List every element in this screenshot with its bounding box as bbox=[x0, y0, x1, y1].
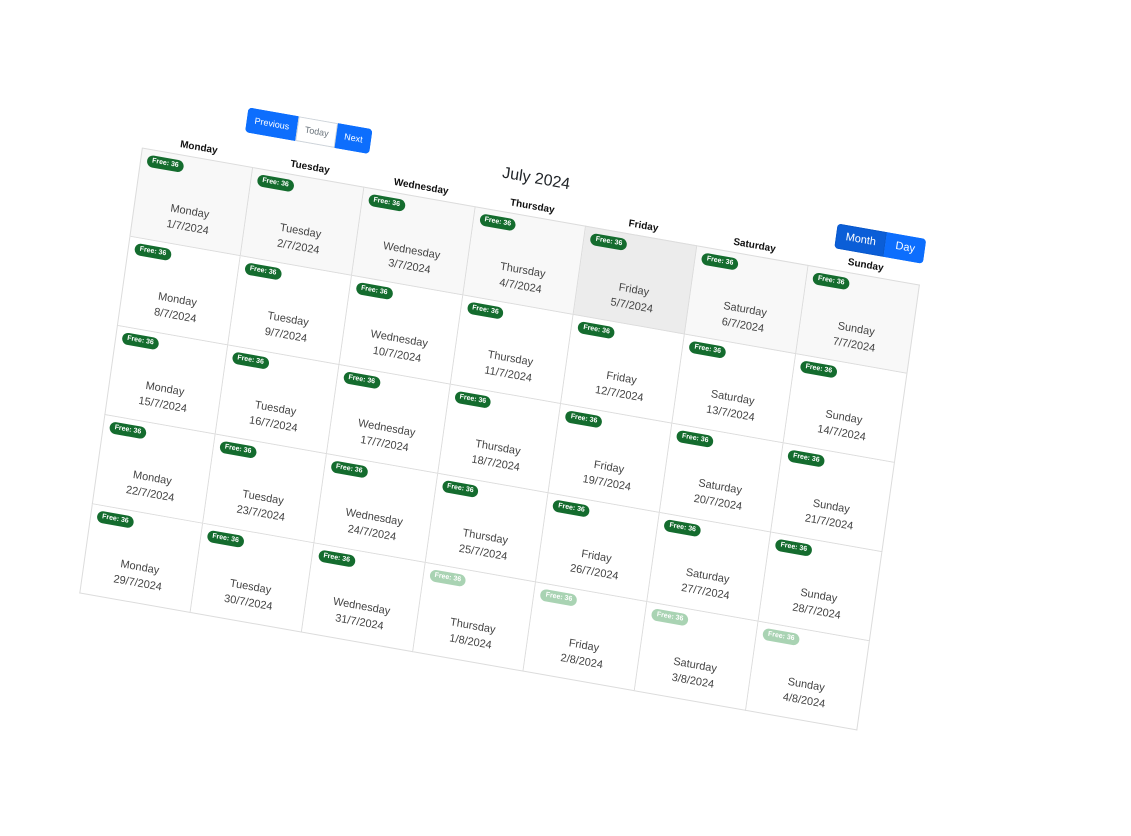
day-cell-text: Tuesday 30/7/2024 bbox=[192, 569, 307, 620]
day-cell-text: Thursday 11/7/2024 bbox=[452, 341, 567, 392]
availability-badge: Free: 36 bbox=[441, 479, 480, 499]
day-cell-text: Sunday 4/8/2024 bbox=[748, 667, 863, 718]
day-cell-text: Monday 1/7/2024 bbox=[132, 194, 246, 245]
availability-badge: Free: 36 bbox=[799, 360, 838, 379]
availability-badge: Free: 36 bbox=[539, 588, 578, 607]
day-cell-text: Saturday 13/7/2024 bbox=[674, 380, 789, 431]
day-cell-text: Friday 2/8/2024 bbox=[525, 628, 640, 679]
day-cell-text: Saturday 6/7/2024 bbox=[687, 292, 802, 343]
day-cell[interactable]: Free: 36 Wednesday 31/7/2024 bbox=[301, 543, 426, 653]
availability-badge: Free: 36 bbox=[355, 281, 394, 301]
availability-badge: Free: 36 bbox=[96, 510, 135, 529]
day-cell[interactable]: Free: 36 Sunday 4/8/2024 bbox=[746, 621, 870, 731]
availability-badge: Free: 36 bbox=[121, 331, 160, 351]
month-view-button[interactable]: Month bbox=[834, 223, 888, 257]
day-cell-text: Monday 22/7/2024 bbox=[94, 461, 208, 512]
day-cell-text: Thursday 25/7/2024 bbox=[427, 519, 542, 570]
day-cell-text: Friday 26/7/2024 bbox=[538, 539, 653, 590]
availability-badge: Free: 36 bbox=[577, 321, 616, 340]
availability-badge: Free: 36 bbox=[701, 252, 740, 271]
availability-badge: Free: 36 bbox=[812, 272, 851, 291]
availability-badge: Free: 36 bbox=[589, 232, 628, 252]
day-cell[interactable]: Free: 36 Monday 29/7/2024 bbox=[79, 504, 203, 613]
day-cell-text: Thursday 18/7/2024 bbox=[439, 430, 554, 481]
day-cell-text: Monday 8/7/2024 bbox=[120, 282, 234, 333]
day-cell-text: Friday 5/7/2024 bbox=[575, 272, 690, 323]
availability-badge: Free: 36 bbox=[108, 421, 147, 440]
availability-badge: Free: 36 bbox=[367, 193, 406, 212]
availability-badge: Free: 36 bbox=[774, 538, 813, 557]
day-cell-text: Sunday 21/7/2024 bbox=[773, 489, 888, 540]
availability-badge: Free: 36 bbox=[651, 608, 690, 627]
day-cell-text: Monday 15/7/2024 bbox=[107, 372, 221, 423]
day-cell-text: Saturday 27/7/2024 bbox=[649, 559, 764, 610]
day-cell-text: Sunday 28/7/2024 bbox=[760, 578, 875, 629]
availability-badge: Free: 36 bbox=[146, 154, 185, 173]
day-cell-text: Tuesday 2/7/2024 bbox=[242, 214, 357, 265]
availability-badge: Free: 36 bbox=[317, 549, 356, 568]
availability-badge: Free: 36 bbox=[453, 390, 492, 409]
day-cell[interactable]: Free: 36 Thursday 1/8/2024 bbox=[412, 562, 537, 672]
availability-badge: Free: 36 bbox=[688, 340, 727, 359]
availability-badge: Free: 36 bbox=[133, 242, 172, 262]
day-cell-text: Saturday 20/7/2024 bbox=[662, 469, 777, 520]
day-cell-text: Friday 19/7/2024 bbox=[551, 450, 666, 501]
day-cell-text: Tuesday 23/7/2024 bbox=[205, 480, 320, 531]
day-cell-text: Sunday 7/7/2024 bbox=[798, 312, 913, 363]
availability-badge: Free: 36 bbox=[206, 529, 245, 549]
day-cell-text: Friday 12/7/2024 bbox=[563, 361, 678, 412]
availability-badge: Free: 36 bbox=[787, 449, 826, 468]
availability-badge: Free: 36 bbox=[330, 460, 369, 479]
day-cell[interactable]: Free: 36 Saturday 3/8/2024 bbox=[634, 602, 759, 711]
availability-badge: Free: 36 bbox=[676, 429, 715, 449]
day-cell-text: Thursday 4/7/2024 bbox=[464, 253, 579, 304]
day-cell-text: Wednesday 24/7/2024 bbox=[316, 500, 431, 551]
day-cell-text: Tuesday 9/7/2024 bbox=[230, 302, 345, 353]
availability-badge: Free: 36 bbox=[663, 518, 702, 538]
availability-badge: Free: 36 bbox=[244, 262, 283, 281]
availability-badge: Free: 36 bbox=[466, 301, 505, 320]
availability-badge: Free: 36 bbox=[478, 213, 517, 232]
day-cell-text: Monday 29/7/2024 bbox=[82, 550, 196, 601]
day-cell-text: Saturday 3/8/2024 bbox=[637, 648, 752, 699]
availability-badge: Free: 36 bbox=[762, 627, 801, 647]
day-cell-text: Sunday 14/7/2024 bbox=[785, 400, 900, 451]
availability-badge: Free: 36 bbox=[564, 410, 603, 429]
month-calendar: Previous Today Next July 2024 Month Day … bbox=[79, 90, 928, 731]
day-cell[interactable]: Free: 36 Friday 2/8/2024 bbox=[523, 582, 648, 692]
day-cell[interactable]: Free: 36 Tuesday 30/7/2024 bbox=[190, 523, 315, 633]
availability-badge: Free: 36 bbox=[428, 568, 467, 588]
availability-badge: Free: 36 bbox=[552, 499, 591, 518]
availability-badge: Free: 36 bbox=[342, 371, 381, 390]
day-cell-text: Wednesday 31/7/2024 bbox=[303, 589, 418, 640]
availability-badge: Free: 36 bbox=[256, 174, 295, 193]
day-cell-text: Wednesday 3/7/2024 bbox=[353, 233, 468, 284]
day-view-button[interactable]: Day bbox=[883, 232, 927, 264]
day-cell-text: Wednesday 17/7/2024 bbox=[328, 411, 443, 462]
day-cell-text: Wednesday 10/7/2024 bbox=[341, 321, 456, 372]
day-cell-text: Thursday 1/8/2024 bbox=[414, 609, 529, 660]
availability-badge: Free: 36 bbox=[218, 440, 257, 459]
page-stage: Previous Today Next July 2024 Month Day … bbox=[0, 0, 1131, 836]
availability-badge: Free: 36 bbox=[231, 351, 270, 370]
day-cell-text: Tuesday 16/7/2024 bbox=[217, 391, 332, 442]
